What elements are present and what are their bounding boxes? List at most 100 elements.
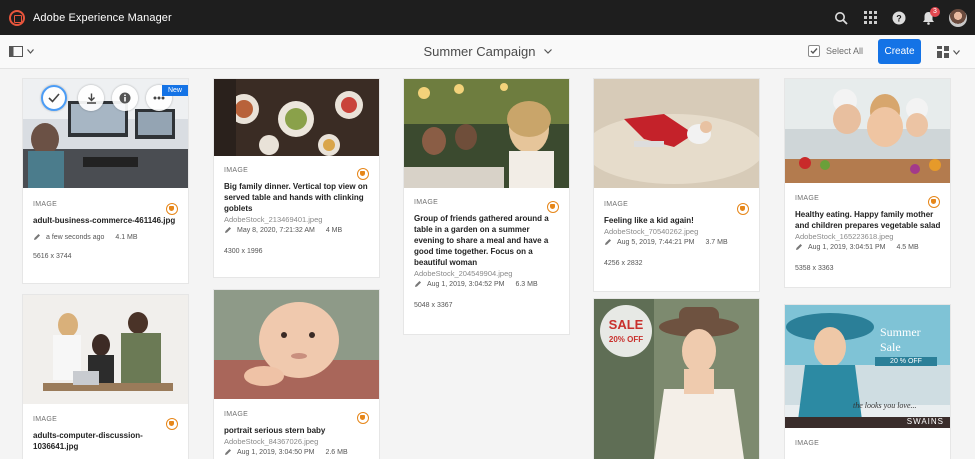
modified-time: May 8, 2020, 7:21:32 AM — [237, 226, 315, 234]
asset-type: IMAGE — [414, 199, 439, 206]
notification-count-badge: 3 — [930, 6, 940, 17]
asset-filename: AdobeStock_165223618.jpeg — [795, 232, 894, 241]
asset-type: IMAGE — [33, 201, 58, 208]
asset-type: IMAGE — [795, 440, 820, 447]
download-button[interactable] — [78, 85, 104, 111]
dimensions: 5358 x 3363 — [795, 265, 834, 272]
dimensions: 4300 x 1996 — [224, 248, 263, 255]
ad-headline: Summer — [880, 325, 921, 339]
asset-card[interactable]: Summer Sale 20 % OFF the looks you love.… — [785, 305, 950, 459]
asset-filename: AdobeStock_213469401.jpeg — [224, 215, 323, 224]
asset-card[interactable]: IMAGE portrait serious stern baby AdobeS… — [214, 290, 379, 459]
view-switcher-button[interactable] — [937, 46, 960, 58]
modified-pencil-icon — [34, 234, 40, 240]
asset-thumbnail — [214, 290, 379, 399]
page-title: Summer Campaign — [423, 44, 536, 59]
modified-time: Aug 5, 2019, 7:44:21 PM — [617, 238, 695, 246]
sale-label: SALE — [608, 317, 644, 332]
modified-time: a few seconds ago — [46, 233, 105, 241]
file-size: 4 MB — [325, 226, 343, 234]
ad-offer: 20 % OFF — [875, 357, 937, 366]
asset-title: Big family dinner. Vertical top view on … — [224, 182, 368, 213]
modified-pencil-icon — [225, 449, 231, 455]
asset-card[interactable]: New IMAGE adult-business-commerce-461146… — [23, 79, 188, 283]
asset-thumbnail — [594, 79, 759, 188]
file-size: 2.6 MB — [325, 448, 348, 456]
file-size: 4.1 MB — [115, 233, 138, 241]
ad-headline-2: Sale — [880, 340, 901, 354]
user-avatar[interactable] — [949, 8, 967, 27]
modified-time: Aug 1, 2019, 3:04:52 PM — [427, 280, 505, 288]
apps-grid-icon[interactable] — [862, 10, 878, 26]
chevron-down-icon — [953, 49, 960, 55]
dimensions: 5616 x 3744 — [33, 253, 72, 260]
aem-logo-icon[interactable] — [9, 9, 25, 26]
asset-title: adults-computer-discussion-1036641.jpg — [33, 431, 143, 451]
asset-status-icon — [928, 196, 940, 208]
asset-type: IMAGE — [33, 416, 58, 423]
asset-card[interactable]: IMAGE Group of friends gathered around a… — [404, 79, 569, 334]
asset-thumbnail: Summer Sale 20 % OFF the looks you love.… — [785, 305, 950, 428]
asset-card[interactable]: IMAGE Healthy eating. Happy family mothe… — [785, 79, 950, 287]
select-all-label: Select All — [826, 46, 864, 56]
folder-title-dropdown[interactable]: Summer Campaign — [424, 44, 552, 59]
select-check-button[interactable] — [41, 85, 67, 111]
asset-thumbnail — [404, 79, 569, 188]
modified-time: Aug 1, 2019, 3:04:51 PM — [808, 243, 886, 251]
asset-status-icon — [547, 201, 559, 213]
asset-filename: AdobeStock_204549904.jpeg — [414, 269, 513, 278]
search-icon[interactable] — [833, 10, 849, 26]
asset-thumbnail — [23, 295, 188, 404]
asset-status-icon — [166, 203, 178, 215]
properties-button[interactable] — [112, 85, 138, 111]
asset-type: IMAGE — [224, 167, 249, 174]
dimensions: 5048 x 3367 — [414, 302, 453, 309]
modified-pencil-icon — [605, 239, 611, 245]
svg-text:?: ? — [896, 13, 902, 23]
asset-title: adult-business-commerce-461146.jpg — [33, 216, 176, 225]
asset-type: IMAGE — [604, 201, 629, 208]
asset-card[interactable]: SALE 20% OFF — [594, 299, 759, 459]
checkmark-icon — [48, 93, 60, 103]
select-all-checkbox-icon — [808, 45, 820, 57]
chevron-down-icon — [543, 49, 552, 54]
create-button[interactable]: Create — [878, 39, 921, 64]
app-title: Adobe Experience Manager — [33, 11, 172, 24]
ad-brand: SWAINS — [906, 417, 944, 426]
asset-card[interactable]: IMAGE adults-computer-discussion-1036641… — [23, 295, 188, 459]
asset-filename: AdobeStock_70540262.jpeg — [604, 227, 699, 236]
asset-card[interactable]: IMAGE Big family dinner. Vertical top vi… — [214, 79, 379, 277]
modified-time: Aug 1, 2019, 3:04:50 PM — [237, 448, 315, 456]
asset-title: Group of friends gathered around a table… — [414, 214, 549, 267]
asset-type: IMAGE — [795, 195, 820, 202]
asset-title: Feeling like a kid again! — [604, 216, 694, 225]
asset-status-icon — [357, 168, 369, 180]
asset-thumbnail: SALE 20% OFF — [594, 299, 759, 459]
sale-discount: 20% OFF — [608, 335, 644, 344]
asset-filename: AdobeStock_84367026.jpeg — [224, 437, 319, 446]
ad-tagline: the looks you love... — [853, 401, 917, 410]
help-icon[interactable]: ? — [891, 10, 907, 26]
modified-pencil-icon — [415, 281, 421, 287]
asset-title: portrait serious stern baby — [224, 426, 326, 435]
shell-header: Adobe Experience Manager ? 3 — [0, 0, 975, 35]
asset-status-icon — [357, 412, 369, 424]
asset-thumbnail — [785, 79, 950, 183]
modified-pencil-icon — [225, 227, 231, 233]
file-size: 3.7 MB — [705, 238, 728, 246]
card-view-icon — [937, 46, 949, 58]
asset-title: Healthy eating. Happy family mother and … — [795, 210, 941, 230]
asset-card[interactable]: IMAGE Feeling like a kid again! AdobeSto… — [594, 79, 759, 291]
asset-thumbnail — [214, 79, 379, 156]
more-icon — [153, 96, 165, 100]
select-all-button[interactable]: Select All — [808, 45, 863, 57]
notifications-bell-icon[interactable]: 3 — [920, 6, 940, 26]
file-size: 6.3 MB — [515, 280, 538, 288]
asset-status-icon — [737, 203, 749, 215]
file-size: 4.5 MB — [896, 243, 919, 251]
info-icon — [119, 92, 131, 104]
asset-type: IMAGE — [224, 411, 249, 418]
asset-status-icon — [166, 418, 178, 430]
asset-thumbnail: New — [23, 79, 188, 188]
modified-pencil-icon — [796, 244, 802, 250]
